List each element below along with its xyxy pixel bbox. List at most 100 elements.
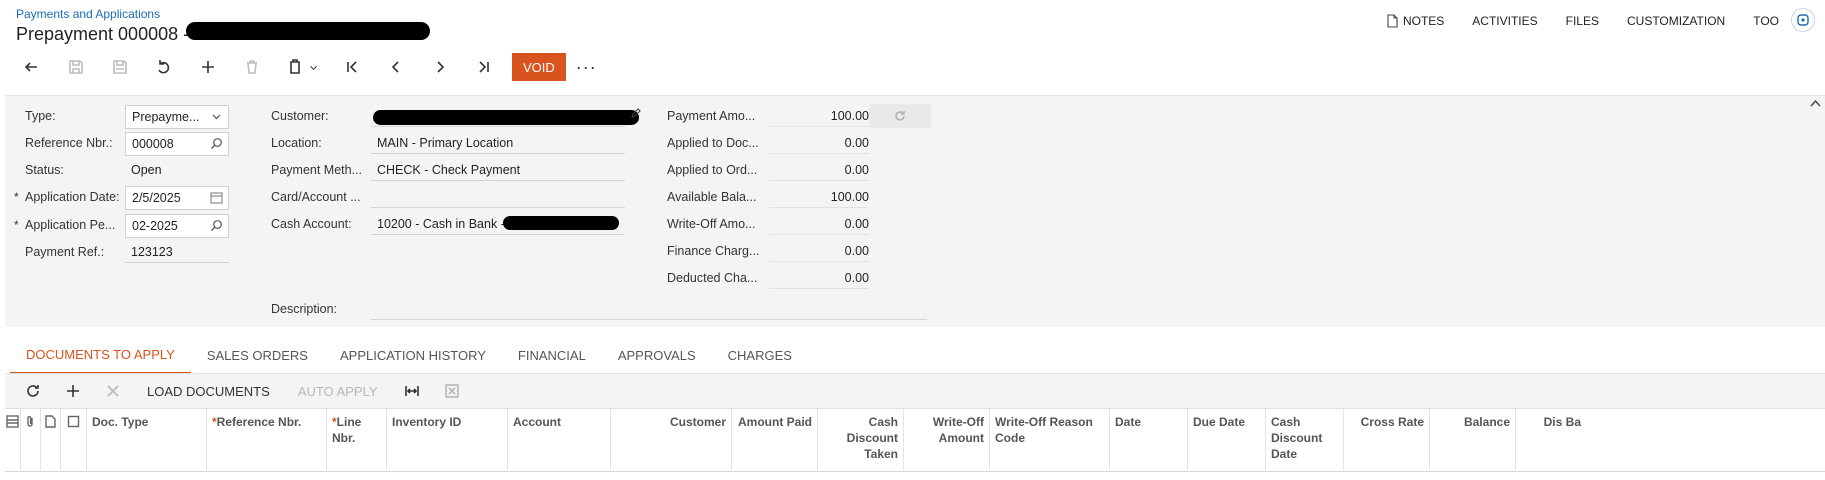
grid-delete-row-button[interactable] xyxy=(93,376,133,406)
location-input[interactable]: MAIN - Primary Location xyxy=(371,132,625,154)
back-button[interactable] xyxy=(10,51,54,83)
card-account-label: Card/Account ... xyxy=(271,190,361,204)
collapse-chevron-icon[interactable] xyxy=(1810,98,1821,112)
applied-to-orders-value: 0.00 xyxy=(769,159,869,181)
col-select-all[interactable] xyxy=(61,409,87,472)
export-excel-button[interactable] xyxy=(432,376,472,406)
plus-icon xyxy=(67,385,79,397)
tab-sales-orders[interactable]: SALES ORDERS xyxy=(191,336,324,374)
col-writeoff-amount[interactable]: Write-Off Amount xyxy=(904,409,990,472)
help-assistant-icon[interactable] xyxy=(1791,8,1815,32)
tab-application-history[interactable]: APPLICATION HISTORY xyxy=(324,336,502,374)
col-discount-balance[interactable]: Dis Ba xyxy=(1516,409,1586,472)
appperiod-value: 02-2025 xyxy=(132,219,178,233)
edit-pencil-icon[interactable] xyxy=(630,107,642,119)
status-label: Status: xyxy=(25,163,64,177)
payref-input[interactable]: 123123 xyxy=(125,241,229,263)
type-label: Type: xyxy=(25,109,56,123)
col-cash-discount-taken[interactable]: Cash Discount Taken xyxy=(818,409,904,472)
col-doc-type[interactable]: Doc. Type xyxy=(87,409,207,472)
paymethod-label: Payment Meth... xyxy=(271,163,363,177)
copy-paste-button[interactable] xyxy=(274,51,330,83)
writeoff-amount-value: 0.00 xyxy=(769,213,869,235)
customization-link[interactable]: CUSTOMIZATION xyxy=(1613,14,1739,28)
grid-refresh-button[interactable] xyxy=(13,376,53,406)
more-actions-button[interactable]: ··· xyxy=(576,57,597,78)
excel-icon xyxy=(444,384,459,398)
appperiod-label: Application Pe... xyxy=(25,218,116,232)
required-marker: * xyxy=(14,190,19,204)
card-account-input[interactable] xyxy=(371,186,625,208)
appdate-value: 2/5/2025 xyxy=(132,191,181,205)
col-cross-rate[interactable]: Cross Rate xyxy=(1344,409,1430,472)
tab-approvals[interactable]: APPROVALS xyxy=(602,336,712,374)
tools-link[interactable]: TOO xyxy=(1739,14,1779,28)
col-attachments[interactable] xyxy=(21,409,41,472)
col-inventory-id[interactable]: Inventory ID xyxy=(387,409,508,472)
col-due-date[interactable]: Due Date xyxy=(1188,409,1266,472)
customization-label: CUSTOMIZATION xyxy=(1626,14,1726,28)
tab-documents-to-apply[interactable]: DOCUMENTS TO APPLY xyxy=(10,336,191,374)
grid-add-row-button[interactable] xyxy=(53,376,93,406)
col-amount-paid[interactable]: Amount Paid xyxy=(732,409,818,472)
status-value: Open xyxy=(131,163,162,177)
type-select[interactable]: Prepayme... xyxy=(125,105,229,129)
cancel-button[interactable] xyxy=(142,51,186,83)
first-record-button[interactable] xyxy=(330,51,374,83)
col-line-nbr[interactable]: *Line Nbr. xyxy=(327,409,387,472)
paymethod-input[interactable]: CHECK - Check Payment xyxy=(371,159,625,181)
refnbr-input[interactable]: 000008 xyxy=(125,132,229,156)
tab-financial[interactable]: FINANCIAL xyxy=(502,336,602,374)
top-links-bar: NOTES ACTIVITIES FILES CUSTOMIZATION TOO xyxy=(1372,11,1779,31)
col-reference-nbr-label: Reference Nbr. xyxy=(216,415,302,429)
void-button[interactable]: VOID xyxy=(512,53,566,81)
redacted-customer-name xyxy=(186,22,430,40)
deducted-charges-value: 0.00 xyxy=(769,267,869,289)
payment-amount-value[interactable]: 100.00 xyxy=(769,105,869,127)
col-date[interactable]: Date xyxy=(1110,409,1188,472)
breadcrumb[interactable]: Payments and Applications xyxy=(16,7,160,21)
last-record-button[interactable] xyxy=(462,51,506,83)
refresh-amount-button[interactable] xyxy=(869,104,931,128)
previous-record-button[interactable] xyxy=(374,51,418,83)
fit-columns-button[interactable] xyxy=(392,376,432,406)
close-icon xyxy=(107,385,119,397)
search-icon[interactable] xyxy=(210,219,223,232)
save-close-button[interactable] xyxy=(54,51,98,83)
location-label: Location: xyxy=(271,136,322,150)
col-customer[interactable]: Customer xyxy=(611,409,732,472)
chevron-down-icon xyxy=(212,114,221,120)
applied-to-documents-value: 0.00 xyxy=(769,132,869,154)
add-button[interactable] xyxy=(186,51,230,83)
col-row-selector[interactable] xyxy=(5,409,21,472)
finance-charges-label: Finance Charg... xyxy=(667,244,760,258)
activities-link[interactable]: ACTIVITIES xyxy=(1458,14,1551,28)
search-icon[interactable] xyxy=(210,137,223,150)
col-reference-nbr[interactable]: *Reference Nbr. xyxy=(207,409,327,472)
load-documents-button[interactable]: LOAD DOCUMENTS xyxy=(133,376,284,406)
appdate-input[interactable]: 2/5/2025 xyxy=(125,186,229,210)
refresh-icon xyxy=(27,385,39,397)
tab-charges[interactable]: CHARGES xyxy=(712,336,808,374)
refresh-icon xyxy=(895,111,905,121)
next-record-button[interactable] xyxy=(418,51,462,83)
col-balance[interactable]: Balance xyxy=(1430,409,1516,472)
last-record-icon xyxy=(479,61,489,73)
calendar-icon[interactable] xyxy=(210,191,223,204)
auto-apply-button[interactable]: AUTO APPLY xyxy=(284,376,392,406)
previous-record-icon xyxy=(391,61,399,73)
col-notes[interactable] xyxy=(41,409,61,472)
appperiod-input[interactable]: 02-2025 xyxy=(125,214,229,238)
description-input[interactable] xyxy=(371,298,927,320)
fit-width-icon xyxy=(404,386,419,396)
save-button[interactable] xyxy=(98,51,142,83)
files-link[interactable]: FILES xyxy=(1552,14,1613,28)
delete-button[interactable] xyxy=(230,51,274,83)
col-cash-discount-date[interactable]: Cash Discount Date xyxy=(1266,409,1344,472)
save-icon xyxy=(113,60,127,74)
checkbox-icon xyxy=(67,415,80,428)
col-writeoff-reason[interactable]: Write-Off Reason Code xyxy=(990,409,1110,472)
notes-link[interactable]: NOTES xyxy=(1372,14,1458,28)
applied-to-documents-label: Applied to Doc... xyxy=(667,136,759,150)
col-account[interactable]: Account xyxy=(508,409,611,472)
